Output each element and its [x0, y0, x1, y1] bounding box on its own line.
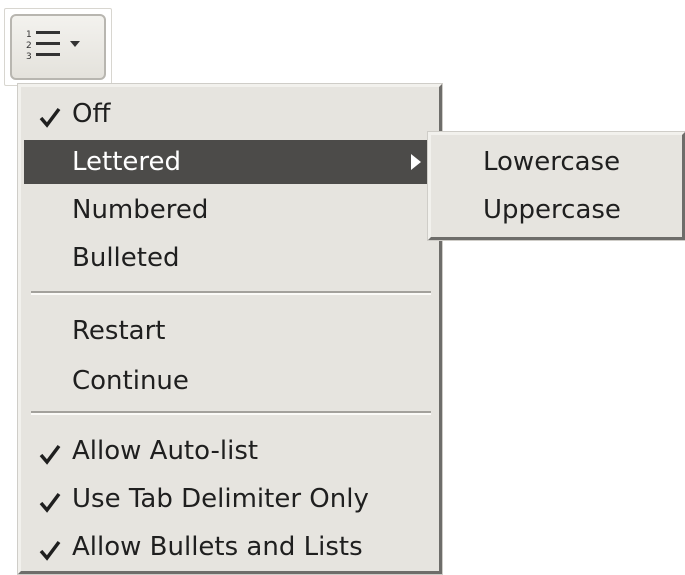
menu-item-label: Restart — [72, 316, 166, 346]
menu-item-label: Allow Bullets and Lists — [72, 532, 363, 562]
menu-item-label: Numbered — [72, 195, 209, 225]
submenu-item-uppercase[interactable]: Uppercase — [483, 188, 621, 232]
menu-item-off[interactable]: Off — [24, 92, 436, 136]
menu-item-lettered[interactable]: Lettered — [24, 140, 436, 184]
menu-item-use-tab-delimiter-only[interactable]: Use Tab Delimiter Only — [24, 477, 436, 521]
menu-separator — [31, 411, 431, 415]
submenu-arrow-icon — [411, 154, 421, 170]
dropdown-arrow-icon — [70, 41, 80, 47]
checkmark-icon — [39, 492, 61, 513]
svg-text:1: 1 — [26, 30, 32, 40]
submenu-item-lowercase[interactable]: Lowercase — [483, 140, 620, 184]
menu-item-label: Continue — [72, 366, 189, 396]
menu-item-label: Bulleted — [72, 243, 180, 273]
checkmark-icon — [39, 107, 61, 128]
checkmark-icon — [39, 540, 61, 561]
menu-item-label: Off — [72, 99, 111, 129]
svg-text:3: 3 — [26, 52, 32, 62]
menu-item-restart[interactable]: Restart — [24, 309, 436, 353]
menu-item-label: Lettered — [72, 147, 182, 177]
svg-text:2: 2 — [26, 41, 32, 51]
list-format-button[interactable]: 1 2 3 — [10, 14, 106, 80]
list-format-menu: Off Lettered Numbered Bulleted Restart C… — [18, 84, 442, 574]
menu-item-label: Use Tab Delimiter Only — [72, 484, 369, 514]
menu-separator — [31, 291, 431, 295]
numbered-list-icon: 1 2 3 — [26, 30, 80, 62]
menu-item-numbered[interactable]: Numbered — [24, 188, 436, 232]
lettered-submenu: Lowercase Uppercase — [428, 132, 685, 240]
menu-item-label: Allow Auto-list — [72, 436, 259, 466]
menu-item-continue[interactable]: Continue — [24, 359, 436, 403]
menu-item-bulleted[interactable]: Bulleted — [24, 236, 436, 280]
menu-item-allow-bullets-and-lists[interactable]: Allow Bullets and Lists — [24, 525, 436, 569]
menu-item-allow-auto-list[interactable]: Allow Auto-list — [24, 429, 436, 473]
checkmark-icon — [39, 444, 61, 465]
